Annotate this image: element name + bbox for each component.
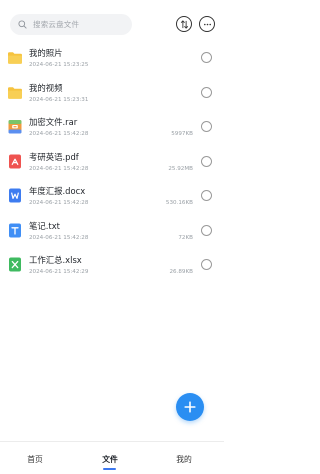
archive-icon (8, 120, 22, 134)
file-size: 25.92MB (168, 165, 193, 172)
word-icon (9, 188, 21, 203)
file-name: 我的照片 (29, 48, 63, 58)
file-name: 我的视频 (29, 82, 63, 93)
file-name: 加密文件.rar (29, 117, 78, 127)
select-checkbox[interactable] (201, 190, 212, 201)
pdf-icon (9, 154, 21, 168)
file-size: 26.89KB (169, 269, 193, 275)
tab-home[interactable]: 首页 (27, 454, 43, 465)
file-date: 2024-06-21 15:42:28 (29, 200, 89, 206)
file-list: 我的照片 2024-06-21 15:23:25 我的视频 2024-06-21… (0, 40, 224, 282)
add-button[interactable] (176, 393, 204, 421)
folder-icon (8, 52, 22, 64)
tab-mine[interactable]: 我的 (176, 454, 192, 465)
file-size: 530.16KB (165, 200, 193, 206)
select-checkbox[interactable] (201, 155, 212, 167)
file-row[interactable]: 年度汇报.docx 2024-06-21 15:42:28 530.16KB (0, 178, 224, 213)
more-icon (203, 23, 211, 25)
bottom-tab-bar: 首页 文件 我的 (0, 441, 224, 474)
file-name: 笔记.txt (29, 220, 60, 231)
file-row[interactable]: 工作汇总.xlsx 2024-06-21 15:42:29 26.89KB (0, 247, 224, 282)
folder-icon (8, 86, 22, 99)
search-placeholder: 搜索云盘文件 (33, 20, 80, 29)
file-row[interactable]: 我的照片 2024-06-21 15:23:25 (0, 40, 224, 75)
file-date: 2024-06-21 15:23:25 (29, 62, 89, 68)
search-icon (18, 20, 27, 29)
file-date: 2024-06-21 15:42:29 (29, 269, 89, 275)
file-date: 2024-06-21 15:42:28 (29, 131, 89, 137)
search-box[interactable]: 搜索云盘文件 (10, 14, 132, 35)
select-checkbox[interactable] (201, 121, 212, 132)
excel-icon (9, 257, 21, 272)
select-checkbox[interactable] (201, 259, 212, 270)
select-checkbox[interactable] (201, 86, 212, 98)
file-date: 2024-06-21 15:42:28 (29, 165, 89, 172)
select-checkbox[interactable] (201, 224, 212, 236)
file-row[interactable]: 我的视频 2024-06-21 15:23:31 (0, 75, 224, 110)
file-size: 72KB (178, 234, 193, 241)
file-date: 2024-06-21 15:42:28 (29, 234, 89, 241)
file-date: 2024-06-21 15:23:31 (29, 96, 89, 103)
file-size: 5997KB (171, 131, 193, 137)
active-tab-indicator (103, 468, 116, 470)
file-name: 考研英语.pdf (29, 151, 79, 162)
tab-files[interactable]: 文件 (102, 454, 118, 465)
plus-icon (184, 401, 196, 413)
file-row[interactable]: 笔记.txt 2024-06-21 15:42:28 72KB (0, 213, 224, 248)
sort-button[interactable] (176, 16, 192, 32)
sort-icon (180, 19, 188, 29)
file-name: 年度汇报.docx (29, 186, 86, 196)
more-button[interactable] (199, 16, 215, 32)
file-name: 工作汇总.xlsx (29, 255, 82, 265)
file-row[interactable]: 加密文件.rar 2024-06-21 15:42:28 5997KB (0, 109, 224, 144)
select-checkbox[interactable] (201, 52, 212, 63)
text-icon (9, 223, 21, 237)
file-row[interactable]: 考研英语.pdf 2024-06-21 15:42:28 25.92MB (0, 144, 224, 179)
top-bar: 搜索云盘文件 (0, 0, 224, 40)
